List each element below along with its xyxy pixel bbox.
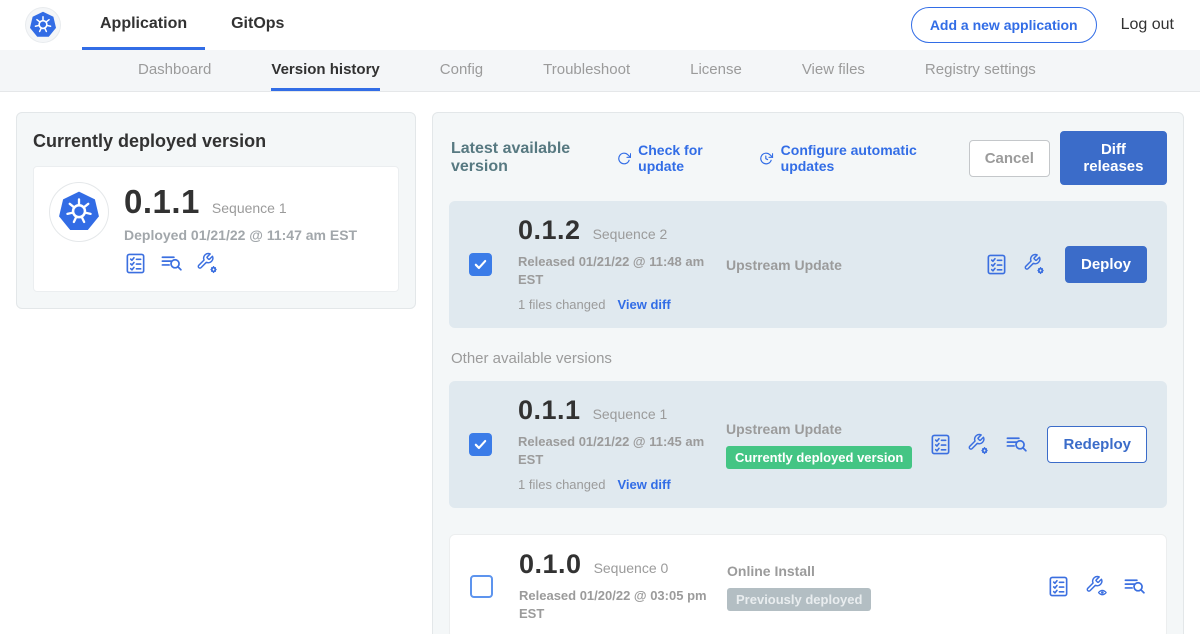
- previously-deployed-badge: Previously deployed: [727, 588, 871, 611]
- redeploy-button[interactable]: Redeploy: [1047, 426, 1147, 463]
- top-tabs: Application GitOps: [82, 0, 302, 50]
- refresh-clock-icon: [759, 150, 773, 167]
- check-for-update-link[interactable]: Check for update: [617, 142, 733, 174]
- checklist-icon[interactable]: [929, 433, 952, 456]
- version-number: 0.1.0: [519, 551, 582, 578]
- version-number: 0.1.1: [518, 397, 581, 424]
- currently-deployed-badge: Currently deployed version: [726, 446, 912, 469]
- checklist-icon[interactable]: [124, 252, 147, 275]
- deployed-timestamp: Deployed 01/21/22 @ 11:47 am EST: [124, 227, 357, 243]
- deployed-version-card: 0.1.1 Sequence 1 Deployed 01/21/22 @ 11:…: [33, 166, 399, 292]
- released-timestamp: Released 01/21/22 @ 11:48 am EST: [518, 253, 708, 288]
- deploy-button[interactable]: Deploy: [1065, 246, 1147, 283]
- subnav-view-files[interactable]: View files: [802, 50, 865, 91]
- subnav-registry-settings[interactable]: Registry settings: [925, 50, 1036, 91]
- checklist-icon[interactable]: [1047, 575, 1070, 598]
- checklist-icon[interactable]: [985, 253, 1008, 276]
- cancel-button[interactable]: Cancel: [969, 140, 1050, 177]
- released-timestamp: Released 01/21/22 @ 11:45 am EST: [518, 433, 708, 468]
- tab-gitops-label: GitOps: [231, 15, 284, 33]
- logout-link[interactable]: Log out: [1121, 16, 1174, 34]
- deployed-version-number: 0.1.1: [124, 185, 200, 218]
- lines-search-icon[interactable]: [1123, 575, 1146, 598]
- version-card-0-1-0: 0.1.0 Sequence 0 Released 01/20/22 @ 03:…: [449, 534, 1167, 634]
- currently-deployed-panel: Currently deployed version 0.1.1 Sequenc…: [16, 112, 416, 309]
- configure-updates-label: Configure automatic updates: [781, 142, 943, 174]
- check-icon: [473, 437, 488, 452]
- files-changed-label: 1 files changed: [518, 477, 605, 492]
- wrench-gear-icon[interactable]: [1023, 253, 1046, 276]
- version-checkbox[interactable]: [470, 575, 493, 598]
- available-panel-title: Latest available version: [451, 140, 603, 176]
- check-icon: [473, 257, 488, 272]
- version-source-label: Online Install: [727, 563, 1047, 579]
- tab-application[interactable]: Application: [82, 0, 205, 50]
- app-kubernetes-logo-icon: [50, 183, 108, 241]
- view-diff-link[interactable]: View diff: [617, 297, 670, 312]
- wrench-gear-icon[interactable]: [967, 433, 990, 456]
- check-for-update-label: Check for update: [638, 142, 733, 174]
- version-source-label: Upstream Update: [726, 421, 929, 437]
- lines-search-icon[interactable]: [1005, 433, 1028, 456]
- version-checkbox[interactable]: [469, 433, 492, 456]
- refresh-icon: [617, 150, 631, 167]
- tab-gitops[interactable]: GitOps: [213, 0, 302, 50]
- sequence-label: Sequence 0: [594, 560, 669, 576]
- main-content: Currently deployed version 0.1.1 Sequenc…: [0, 92, 1200, 634]
- subnav-license[interactable]: License: [690, 50, 742, 91]
- add-application-button[interactable]: Add a new application: [911, 7, 1097, 43]
- wrench-gear-icon[interactable]: [196, 252, 219, 275]
- lines-search-icon[interactable]: [160, 252, 183, 275]
- available-versions-panel: Latest available version Check for updat…: [432, 112, 1184, 634]
- configure-updates-link[interactable]: Configure automatic updates: [759, 142, 942, 174]
- kubernetes-logo-icon: [26, 8, 60, 42]
- version-card-0-1-1: 0.1.1 Sequence 1 Released 01/21/22 @ 11:…: [449, 381, 1167, 508]
- view-diff-link[interactable]: View diff: [617, 477, 670, 492]
- subnav-dashboard[interactable]: Dashboard: [138, 50, 211, 91]
- sequence-label: Sequence 2: [593, 226, 668, 242]
- deployed-sequence-label: Sequence 1: [212, 200, 287, 216]
- top-bar: Application GitOps Add a new application…: [0, 0, 1200, 50]
- wrench-eye-icon[interactable]: [1085, 575, 1108, 598]
- version-number: 0.1.2: [518, 217, 581, 244]
- released-timestamp: Released 01/20/22 @ 03:05 pm EST: [519, 587, 709, 622]
- diff-releases-button[interactable]: Diff releases: [1060, 131, 1167, 185]
- version-checkbox[interactable]: [469, 253, 492, 276]
- tab-application-label: Application: [100, 15, 187, 33]
- app-subnav: Dashboard Version history Config Trouble…: [0, 50, 1200, 92]
- version-source-label: Upstream Update: [726, 257, 985, 273]
- files-changed-label: 1 files changed: [518, 297, 605, 312]
- sequence-label: Sequence 1: [593, 406, 668, 422]
- version-card-0-1-2: 0.1.2 Sequence 2 Released 01/21/22 @ 11:…: [449, 201, 1167, 328]
- deployed-panel-title: Currently deployed version: [33, 131, 399, 152]
- subnav-troubleshoot[interactable]: Troubleshoot: [543, 50, 630, 91]
- subnav-version-history[interactable]: Version history: [271, 50, 379, 91]
- subnav-config[interactable]: Config: [440, 50, 483, 91]
- other-versions-label: Other available versions: [451, 350, 1167, 367]
